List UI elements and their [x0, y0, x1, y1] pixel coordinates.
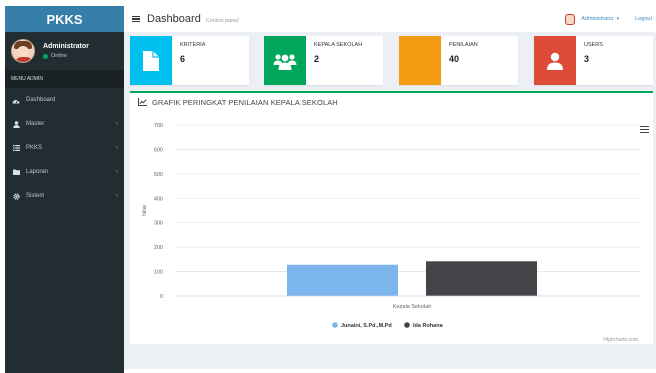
chevron-left-icon: ‹ — [116, 121, 118, 127]
logout-link[interactable]: Logout — [635, 16, 652, 22]
avatar — [11, 39, 35, 63]
info-box-label: USERS — [584, 42, 603, 48]
chevron-left-icon: ‹ — [116, 169, 118, 175]
user-icon — [547, 52, 563, 70]
info-box-icon-bg — [130, 36, 172, 85]
info-box-label: KRITERIA — [180, 42, 206, 48]
y-tick-label: 600 — [154, 147, 163, 153]
sidebar: PKKS Administrator Online MENU ADMIN Das… — [5, 6, 124, 373]
online-status-icon — [43, 53, 48, 59]
y-axis-label: Nilai — [142, 205, 148, 216]
line-chart-icon — [138, 98, 147, 106]
brand-logo[interactable]: PKKS — [5, 6, 124, 32]
legend-marker — [404, 322, 410, 328]
info-box-icon-bg — [534, 36, 576, 85]
sidebar-item-label: Dashboard — [26, 97, 56, 103]
footer — [124, 369, 656, 373]
info-box-value: 3 — [584, 54, 590, 64]
y-tick-label: 100 — [154, 270, 163, 276]
chart-panel-title: GRAFIK PERINGKAT PENILAIAN KEPALA SEKOLA… — [152, 97, 338, 107]
chart-panel: GRAFIK PERINGKAT PENILAIAN KEPALA SEKOLA… — [130, 91, 653, 344]
y-tick-label: 200 — [154, 245, 163, 251]
chevron-left-icon: ‹ — [116, 145, 118, 151]
sidebar-item-label: PKKS — [26, 145, 43, 151]
legend-item-label: Ida Rohana — [413, 323, 444, 329]
chevron-left-icon: ‹ — [116, 193, 118, 199]
info-box-value: 6 — [180, 54, 186, 64]
info-box-icon-bg — [264, 36, 306, 85]
page-title: Dashboard — [147, 13, 201, 25]
sidebar-toggle-icon[interactable] — [132, 15, 140, 23]
sidebar-item-master[interactable]: Master ‹ — [5, 112, 124, 136]
sidebar-item-label: Sistem — [26, 193, 45, 199]
y-tick-label: 0 — [160, 294, 163, 300]
users-icon — [273, 53, 297, 70]
page-subtitle: Control panel — [205, 17, 239, 24]
admin-menu-button[interactable]: Administrator — [581, 16, 613, 22]
bar-ida-rohana — [426, 261, 537, 296]
menu-header: MENU ADMIN — [5, 70, 124, 88]
list-icon — [12, 145, 20, 151]
info-box-value: 2 — [314, 54, 320, 64]
sidebar-item-dashboard[interactable]: Dashboard — [5, 88, 124, 112]
user-panel: Administrator Online — [5, 32, 124, 70]
sidebar-item-sistem[interactable]: Sistem ‹ — [5, 184, 124, 208]
highcharts-credit: Highcharts.com — [603, 337, 638, 343]
info-box-label: KEPALA SEKOLAH — [314, 42, 363, 48]
bar-chart: 0 100 200 300 400 500 600 700 Nilai Kepala Sekola… — [142, 123, 640, 343]
sidebar-item-label: Laporan — [26, 169, 49, 175]
folder-icon — [12, 169, 20, 175]
x-tick-label: Kepala Sekolah — [393, 304, 432, 310]
user-status: Online — [43, 53, 89, 59]
y-tick-label: 500 — [154, 172, 163, 178]
y-tick-label: 700 — [154, 123, 163, 129]
admin-avatar[interactable] — [565, 13, 576, 25]
sidebar-item-laporan[interactable]: Laporan ‹ — [5, 160, 124, 184]
info-box-kriteria[interactable]: KRITERIA 6 — [130, 36, 249, 85]
info-box-kepala-sekolah[interactable]: KEPALA SEKOLAH 2 — [264, 36, 383, 85]
sidebar-item-label: Master — [26, 121, 45, 127]
content-area: KRITERIA 6 KEPALA SEKOLAH 2 PENILAIAN 40 — [124, 32, 656, 373]
info-box-users[interactable]: USERS 3 — [534, 36, 653, 85]
y-tick-label: 400 — [154, 196, 163, 202]
file-icon — [143, 50, 159, 71]
info-box-icon-bg — [399, 36, 441, 85]
info-box-penilaian[interactable]: PENILAIAN 40 — [399, 36, 518, 85]
y-tick-label: 300 — [154, 221, 163, 227]
top-navbar: Dashboard Control panel Administrator ▾ … — [124, 6, 656, 32]
bar-junaini-s-pd-m-pd — [287, 264, 398, 296]
legend-item-label: Junaini, S.Pd.,M.Pd — [341, 323, 392, 329]
legend-marker — [332, 322, 338, 328]
gear-icon — [12, 192, 20, 200]
info-box-label: PENILAIAN — [449, 42, 478, 48]
dashboard-icon — [12, 97, 20, 104]
sidebar-item-pkks[interactable]: PKKS ‹ — [5, 136, 124, 160]
caret-down-icon[interactable]: ▾ — [617, 16, 620, 22]
info-box-value: 40 — [449, 54, 460, 64]
user-name: Administrator — [43, 43, 89, 50]
user-icon — [12, 120, 20, 128]
user-status-label: Online — [51, 53, 67, 59]
